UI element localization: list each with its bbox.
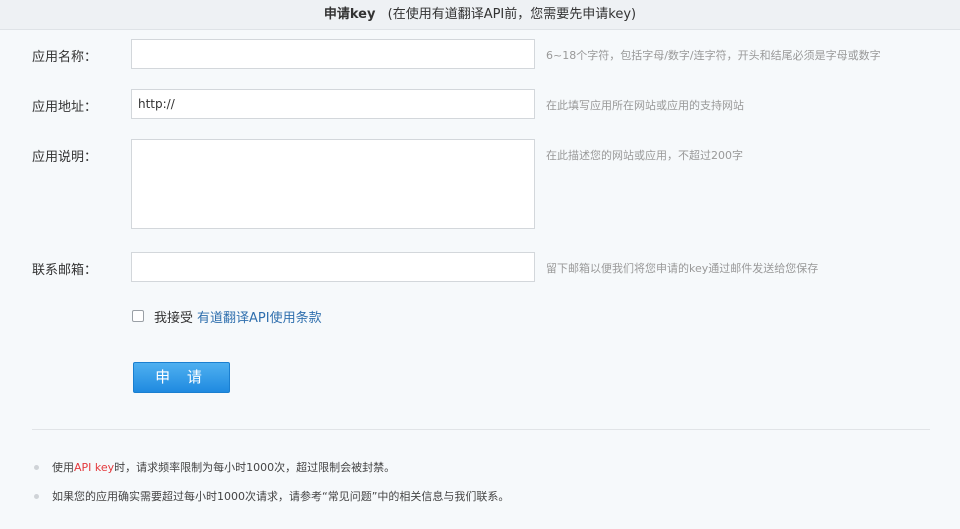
app-name-hint: 6~18个字符，包括字母/数字/连字符，开头和结尾必须是字母或数字 (546, 49, 881, 62)
note-rate-limit: 使用 API key 时，请求频率限制为每小时1000次，超过限制会被封禁。 (34, 459, 395, 475)
note1-after: 时，请求频率限制为每小时1000次，超过限制会被封禁。 (114, 461, 396, 474)
page-title: 申请key (323, 7, 376, 22)
app-desc-textarea[interactable] (131, 139, 535, 229)
note1-before: 使用 (52, 461, 74, 474)
app-desc-hint: 在此描述您的网站或应用，不超过200字 (546, 149, 743, 162)
page-subtitle: (在使用有道翻译API前，您需要先申请key) (387, 7, 637, 22)
note-contact: 如果您的应用确实需要超过每小时1000次请求，请参考“常见问题”中的相关信息与我… (34, 488, 509, 504)
email-input[interactable] (131, 252, 535, 282)
bullet-icon (34, 464, 39, 470)
terms-link[interactable]: 有道翻译API使用条款 (197, 307, 322, 326)
bullet-icon (34, 493, 39, 499)
note1-highlight: API key (74, 460, 115, 474)
agree-prefix: 我接受 (154, 310, 194, 326)
note2-text: 如果您的应用确实需要超过每小时1000次请求，请参考“常见问题”中的相关信息与我… (52, 490, 510, 503)
app-name-input[interactable] (131, 39, 535, 69)
page-header: 申请key (在使用有道翻译API前，您需要先申请key) (0, 0, 960, 30)
agree-row: 我接受 有道翻译API使用条款 (132, 307, 322, 326)
agree-checkbox[interactable] (132, 310, 144, 322)
app-url-hint: 在此填写应用所在网站或应用的支持网站 (546, 99, 744, 112)
divider (32, 429, 930, 430)
email-label: 联系邮箱： (32, 263, 98, 278)
app-url-input[interactable] (131, 89, 535, 119)
submit-button[interactable]: 申 请 (133, 362, 230, 393)
app-name-label: 应用名称： (32, 50, 98, 65)
app-desc-label: 应用说明： (32, 150, 98, 165)
app-url-label: 应用地址： (32, 100, 98, 115)
email-hint: 留下邮箱以便我们将您申请的key通过邮件发送给您保存 (546, 262, 819, 275)
